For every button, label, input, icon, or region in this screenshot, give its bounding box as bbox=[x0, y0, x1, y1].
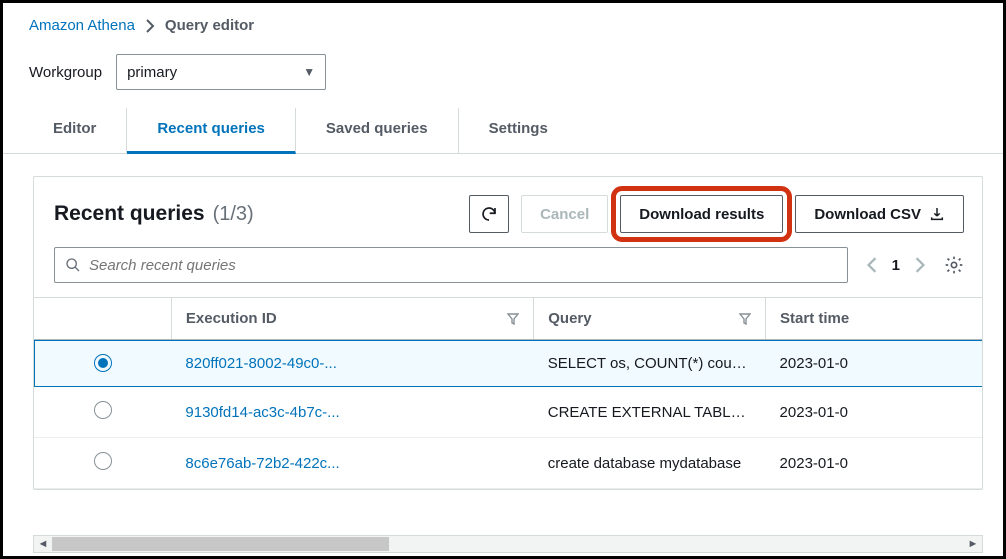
gear-icon bbox=[944, 255, 964, 275]
filter-icon[interactable] bbox=[507, 313, 519, 325]
search-input-wrapper[interactable] bbox=[54, 247, 848, 283]
filter-icon[interactable] bbox=[739, 313, 751, 325]
workgroup-select[interactable]: primary ▼ bbox=[116, 54, 326, 90]
execution-id-link[interactable]: 820ff021-8002-49c0-... bbox=[171, 340, 533, 387]
column-start-time[interactable]: Start time bbox=[766, 298, 982, 340]
refresh-icon bbox=[480, 205, 498, 223]
search-icon bbox=[65, 257, 81, 273]
query-text: create database mydatabase bbox=[534, 438, 766, 489]
breadcrumb-root-link[interactable]: Amazon Athena bbox=[29, 17, 135, 34]
column-query[interactable]: Query bbox=[534, 298, 766, 340]
row-select-cell[interactable] bbox=[34, 438, 171, 489]
row-radio[interactable] bbox=[94, 354, 112, 372]
row-radio[interactable] bbox=[94, 401, 112, 419]
scroll-thumb[interactable] bbox=[52, 537, 389, 551]
row-select-cell[interactable] bbox=[34, 340, 171, 387]
download-results-button[interactable]: Download results bbox=[620, 195, 783, 233]
chevron-right-icon bbox=[145, 19, 155, 33]
pager-next[interactable] bbox=[914, 257, 926, 273]
workgroup-selected-value: primary bbox=[127, 64, 177, 81]
scroll-right-arrow[interactable]: ► bbox=[964, 538, 982, 550]
execution-id-link[interactable]: 8c6e76ab-72b2-422c... bbox=[171, 438, 533, 489]
table-row[interactable]: 820ff021-8002-49c0-...SELECT os, COUNT(*… bbox=[34, 340, 982, 387]
panel-title-text: Recent queries bbox=[54, 202, 205, 226]
pager-page-number: 1 bbox=[892, 257, 900, 274]
execution-id-link[interactable]: 9130fd14-ac3c-4b7c-... bbox=[171, 387, 533, 438]
workgroup-label: Workgroup bbox=[29, 64, 102, 81]
start-time-text: 2023-01-0 bbox=[766, 387, 982, 438]
panel-title: Recent queries (1/3) bbox=[54, 202, 457, 226]
tab-settings[interactable]: Settings bbox=[459, 108, 578, 153]
recent-queries-table: Execution ID Query bbox=[34, 297, 982, 489]
recent-queries-panel: Recent queries (1/3) Cancel Download res… bbox=[33, 176, 983, 490]
column-start-time-label: Start time bbox=[780, 310, 849, 327]
cancel-button: Cancel bbox=[521, 195, 608, 233]
pager-prev[interactable] bbox=[866, 257, 878, 273]
scroll-left-arrow[interactable]: ◄ bbox=[34, 538, 52, 550]
start-time-text: 2023-01-0 bbox=[766, 340, 982, 387]
table-row[interactable]: 8c6e76ab-72b2-422c...create database myd… bbox=[34, 438, 982, 489]
breadcrumb-current: Query editor bbox=[165, 17, 254, 34]
panel-count: (1/3) bbox=[213, 203, 254, 226]
tab-saved-queries[interactable]: Saved queries bbox=[296, 108, 459, 153]
column-execution-id-label: Execution ID bbox=[186, 310, 277, 327]
tab-recent-queries[interactable]: Recent queries bbox=[127, 108, 296, 154]
start-time-text: 2023-01-0 bbox=[766, 438, 982, 489]
download-csv-label: Download CSV bbox=[814, 206, 921, 223]
column-query-label: Query bbox=[548, 310, 591, 327]
table-row[interactable]: 9130fd14-ac3c-4b7c-...CREATE EXTERNAL TA… bbox=[34, 387, 982, 438]
query-text: SELECT os, COUNT(*) count FROM cloudfron… bbox=[534, 340, 766, 387]
row-radio[interactable] bbox=[94, 452, 112, 470]
table-scroll[interactable]: Execution ID Query bbox=[34, 297, 982, 489]
horizontal-scrollbar[interactable]: ◄ ► bbox=[33, 535, 983, 553]
breadcrumb: Amazon Athena Query editor bbox=[3, 13, 1003, 42]
download-icon bbox=[929, 206, 945, 222]
column-execution-id[interactable]: Execution ID bbox=[171, 298, 533, 340]
column-select bbox=[34, 298, 171, 340]
pager: 1 bbox=[866, 257, 926, 274]
refresh-button[interactable] bbox=[469, 195, 509, 233]
download-csv-button[interactable]: Download CSV bbox=[795, 195, 964, 233]
tab-editor[interactable]: Editor bbox=[23, 108, 127, 153]
row-select-cell[interactable] bbox=[34, 387, 171, 438]
table-preferences-button[interactable] bbox=[944, 255, 964, 275]
caret-down-icon: ▼ bbox=[303, 65, 315, 79]
tabs: Editor Recent queries Saved queries Sett… bbox=[3, 108, 1003, 154]
query-text: CREATE EXTERNAL TABLE IF NOT EXISTS clou… bbox=[534, 387, 766, 438]
search-input[interactable] bbox=[89, 257, 837, 274]
scroll-track[interactable] bbox=[52, 536, 964, 552]
